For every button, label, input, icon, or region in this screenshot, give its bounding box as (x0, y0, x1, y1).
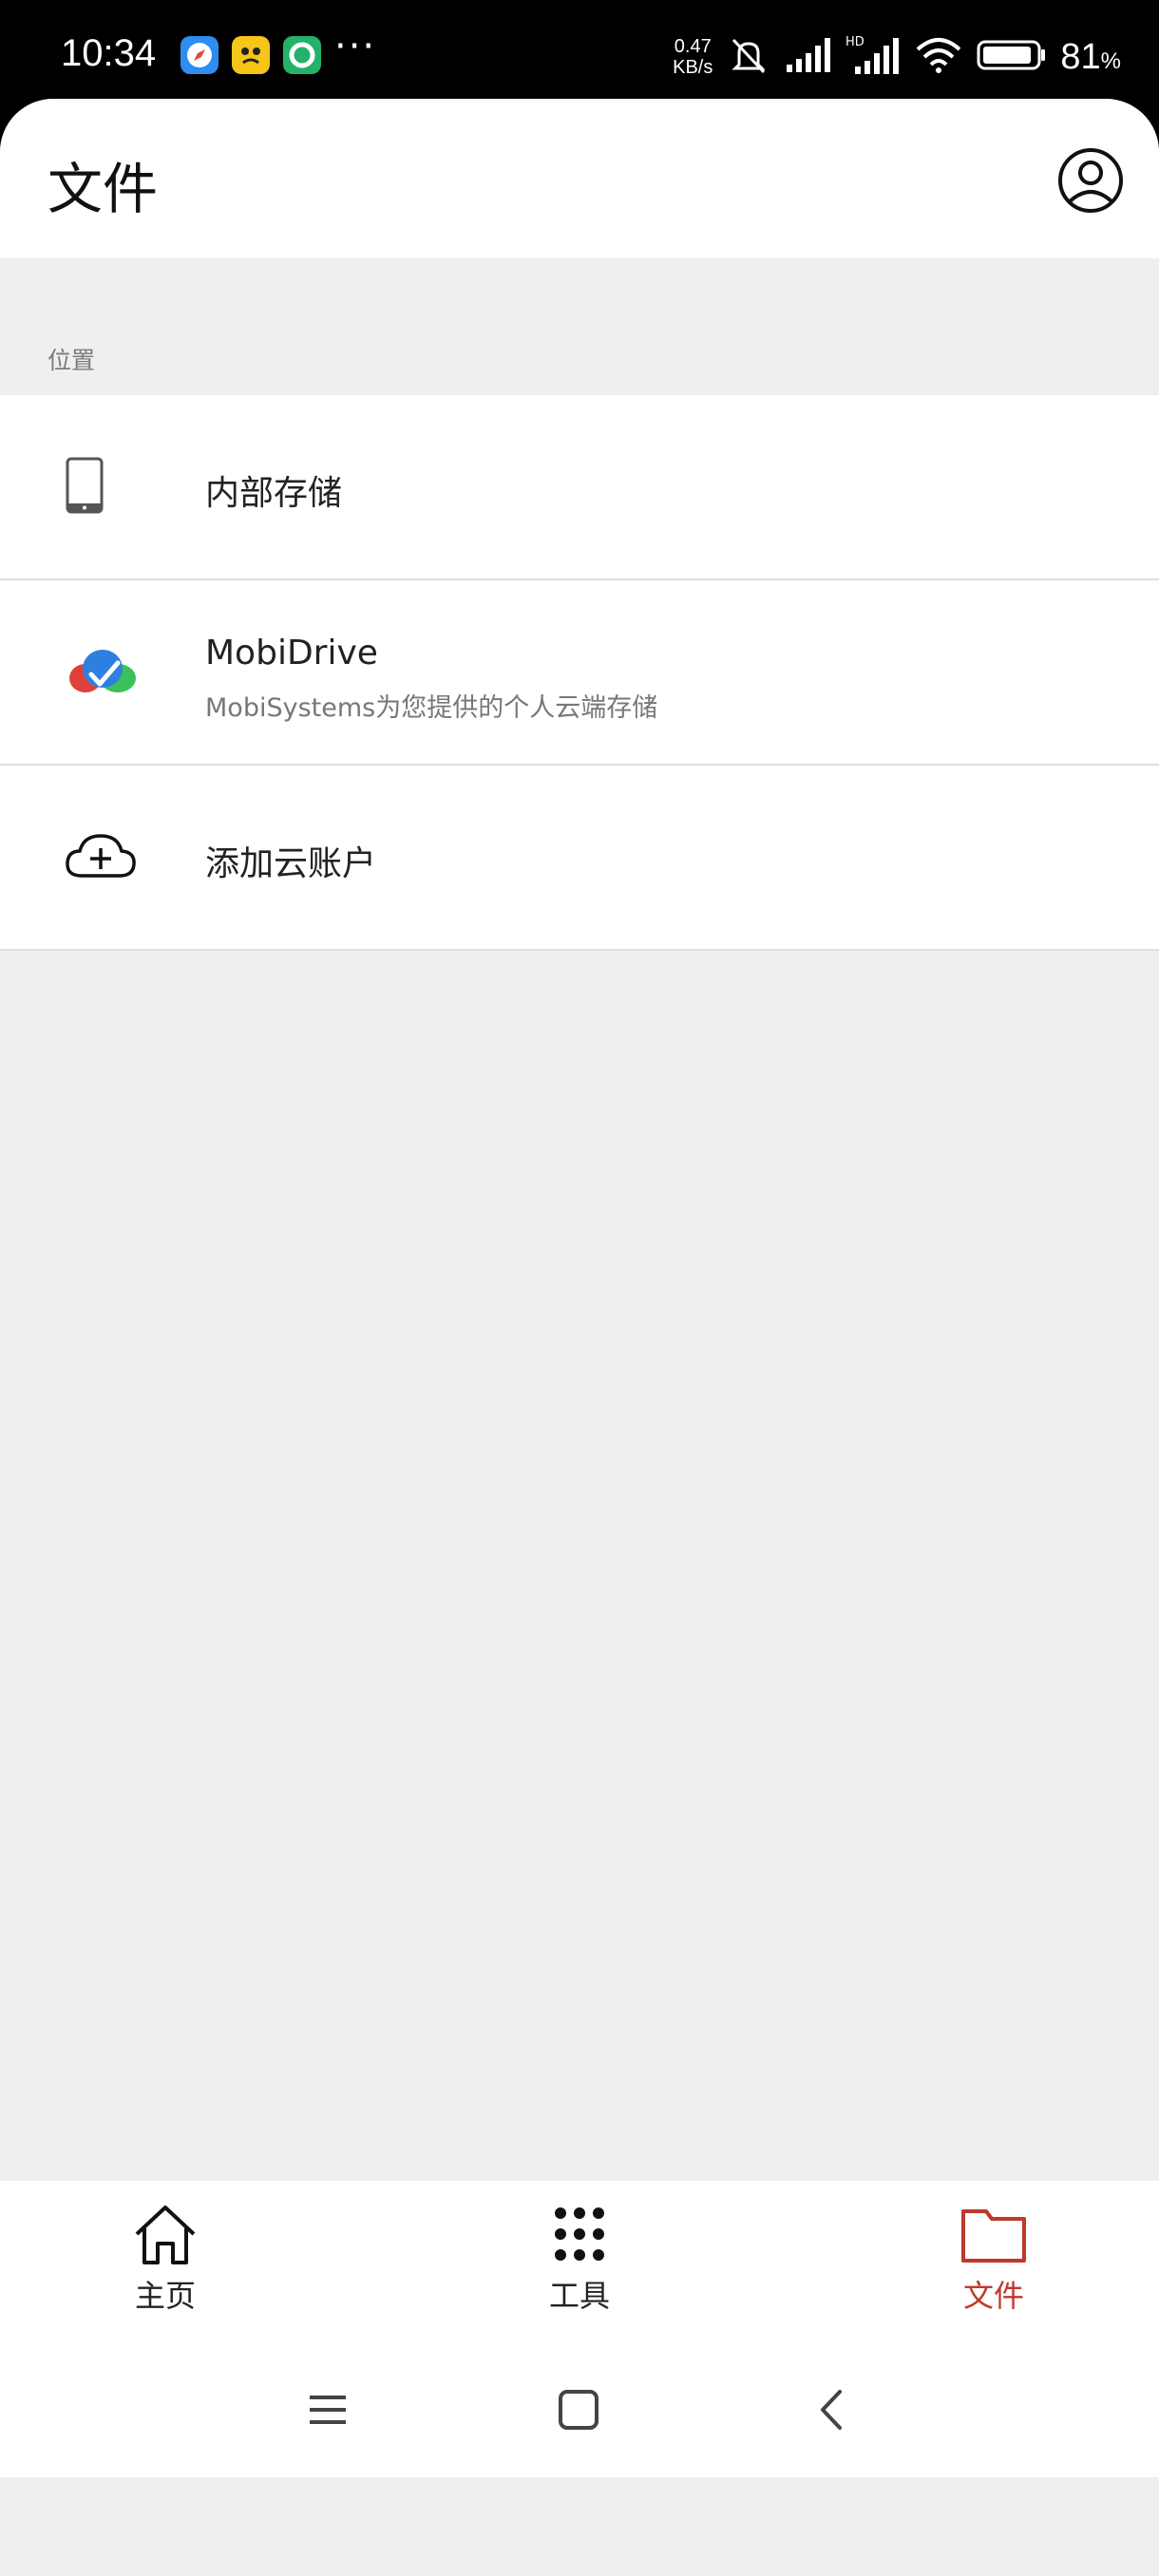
location-mobidrive[interactable]: MobiDrive MobiSystems为您提供的个人云端存储 (0, 580, 1159, 766)
location-label: MobiDrive (205, 634, 378, 672)
nav-label-home: 主页 (134, 2278, 196, 2314)
mobidrive-logo-icon (66, 646, 139, 699)
home-square-icon[interactable] (555, 2386, 602, 2437)
location-label: 内部存储 (205, 474, 343, 513)
status-bar: 10:34 ··· 0.47 KB/s HD 81% (0, 0, 1159, 114)
page-title: 文件 (48, 157, 159, 221)
silent-bell-icon (726, 32, 771, 82)
compass-app-icon (180, 36, 218, 74)
nav-item-home[interactable]: 主页 (70, 2200, 260, 2316)
account-circle-icon[interactable] (1056, 146, 1125, 215)
wifi-icon (914, 36, 963, 78)
menu-icon[interactable] (304, 2386, 352, 2437)
network-speed: 0.47 KB/s (673, 36, 712, 78)
system-navigation-bar (0, 2348, 1159, 2477)
grid-dots-icon (484, 2200, 674, 2268)
home-icon (70, 2200, 260, 2268)
folder-icon (899, 2200, 1089, 2268)
phone-icon (65, 456, 104, 519)
signal-icon (785, 36, 832, 78)
green-app-icon (283, 36, 321, 74)
nav-label-tools: 工具 (548, 2278, 610, 2314)
battery-icon (977, 38, 1047, 76)
nav-label-files: 文件 (962, 2278, 1024, 2314)
nav-item-files[interactable]: 文件 (899, 2200, 1089, 2316)
back-icon[interactable] (809, 2386, 857, 2437)
section-label-locations: 位置 (48, 347, 96, 374)
locations-list: 内部存储 MobiDrive MobiSystems为您提供的个人云端存储 添加… (0, 395, 1159, 951)
svg-text:HD: HD (846, 35, 864, 49)
bottom-navigation: 主页 工具 文件 (0, 2181, 1159, 2348)
more-notifications-indicator: ··· (334, 25, 377, 68)
battery-percent-text: 81% (1060, 37, 1121, 78)
battery-percent-value: 81 (1060, 36, 1101, 77)
hd-signal-icon: HD (846, 34, 901, 80)
battery-percent-unit: % (1100, 47, 1121, 74)
network-speed-value: 0.47 (674, 36, 712, 57)
cloud-add-icon (65, 832, 137, 883)
location-internal-storage[interactable]: 内部存储 (0, 395, 1159, 580)
status-time: 10:34 (61, 32, 157, 74)
app-header: 文件 (0, 99, 1159, 258)
yellow-app-icon (232, 36, 270, 74)
network-speed-unit: KB/s (673, 57, 713, 78)
nav-item-tools[interactable]: 工具 (484, 2200, 674, 2316)
location-label: 添加云账户 (205, 844, 377, 883)
location-subtitle: MobiSystems为您提供的个人云端存储 (205, 693, 658, 723)
location-add-cloud-account[interactable]: 添加云账户 (0, 766, 1159, 951)
